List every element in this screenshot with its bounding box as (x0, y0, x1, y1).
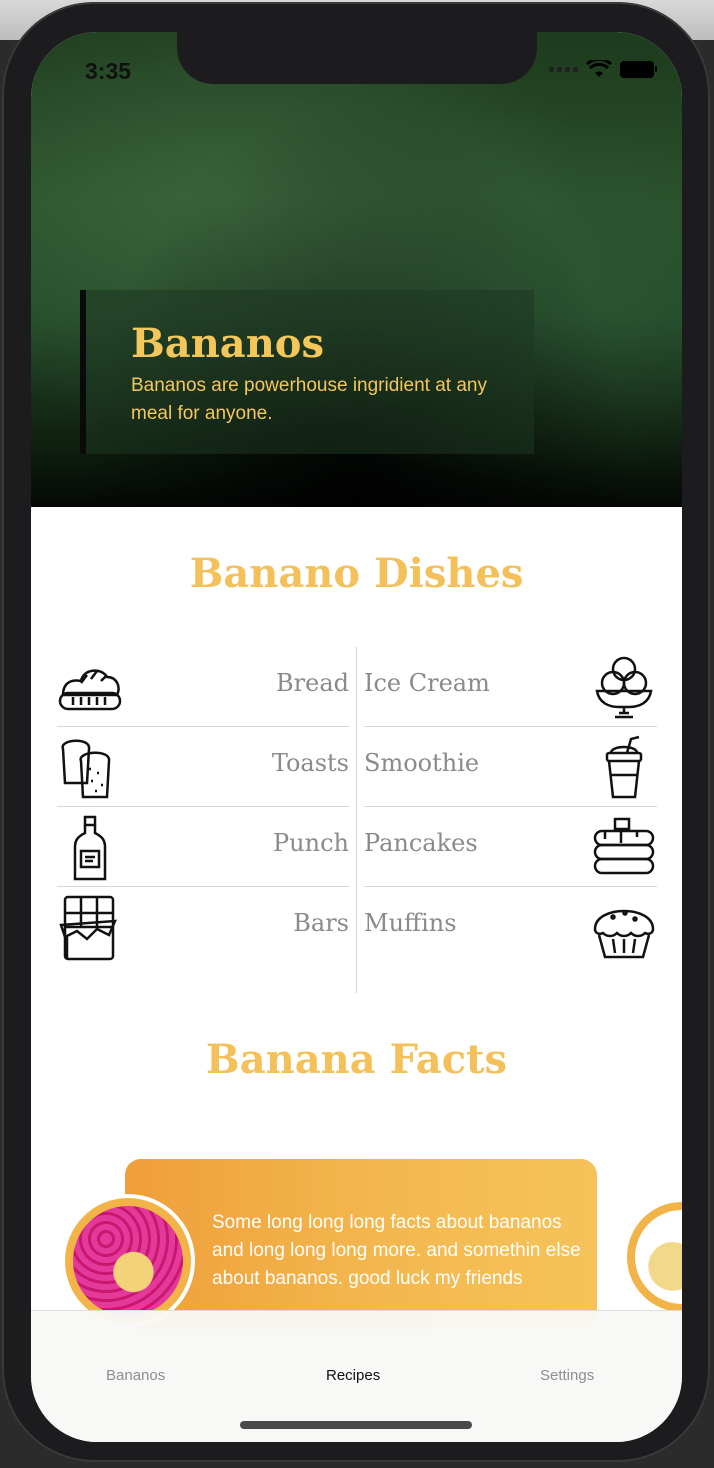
facts-title: Banana Facts (205, 1036, 508, 1083)
tab-bar: Bananos Recipes Settings (31, 1310, 682, 1442)
wifi-icon (586, 60, 612, 77)
dish-label: Ice Cream (364, 669, 490, 697)
dish-label: Muffins (364, 909, 457, 937)
dish-row-bars[interactable]: Bars (57, 887, 349, 966)
toast-icon (57, 735, 123, 801)
dishes-divider (356, 647, 357, 993)
dish-row-muffins[interactable]: Muffins (364, 887, 657, 966)
hero-title: Bananos (131, 320, 325, 367)
hero-subtitle: Bananos are powerhouse ingridient at any… (131, 375, 487, 424)
tab-settings[interactable]: Settings (540, 1367, 594, 1384)
home-indicator[interactable] (240, 1421, 472, 1429)
dish-label: Smoothie (364, 749, 480, 777)
signal-icon (549, 66, 578, 72)
pancakes-icon (591, 815, 657, 881)
phone-frame: Bananos Bananos are powerhouse ingridien… (0, 0, 714, 1468)
dish-row-punch[interactable]: Punch (57, 807, 349, 887)
device-notch (177, 32, 537, 84)
fact-text: Some long long long facts about bananos … (212, 1212, 581, 1289)
dish-label: Punch (273, 829, 349, 857)
fact-card[interactable]: Some long long long facts about bananos … (125, 1159, 597, 1329)
dishes-title: Banano Dishes (189, 550, 524, 597)
dish-row-pancakes[interactable]: Pancakes (364, 807, 657, 887)
tab-recipes[interactable]: Recipes (326, 1367, 380, 1384)
fact-image (61, 1194, 195, 1328)
muffin-icon (591, 895, 657, 961)
dish-label: Bars (293, 909, 349, 937)
dish-label: Bread (276, 669, 349, 697)
bottle-icon (57, 815, 123, 881)
bread-icon (57, 655, 123, 721)
tab-bananos[interactable]: Bananos (106, 1367, 165, 1384)
next-fact-image[interactable] (627, 1202, 682, 1312)
dish-row-ice-cream[interactable]: Ice Cream (364, 647, 657, 727)
chocolate-bar-icon (57, 895, 123, 961)
status-indicators (549, 60, 657, 78)
dish-row-bread[interactable]: Bread (57, 647, 349, 727)
dish-label: Toasts (271, 749, 349, 777)
dishes-grid: Bread Toasts Punch Bars Ice Cream Smooth… (57, 647, 657, 993)
hero-card: Bananos Bananos are powerhouse ingridien… (80, 290, 534, 454)
ice-cream-icon (591, 655, 657, 721)
hero-banner: Bananos Bananos are powerhouse ingridien… (31, 32, 682, 507)
dish-row-smoothie[interactable]: Smoothie (364, 727, 657, 807)
status-time: 3:35 (85, 58, 132, 84)
dish-label: Pancakes (364, 829, 478, 857)
smoothie-icon (591, 735, 657, 801)
battery-icon (620, 60, 657, 78)
app-screen: Bananos Bananos are powerhouse ingridien… (31, 32, 682, 1442)
dish-row-toasts[interactable]: Toasts (57, 727, 349, 807)
